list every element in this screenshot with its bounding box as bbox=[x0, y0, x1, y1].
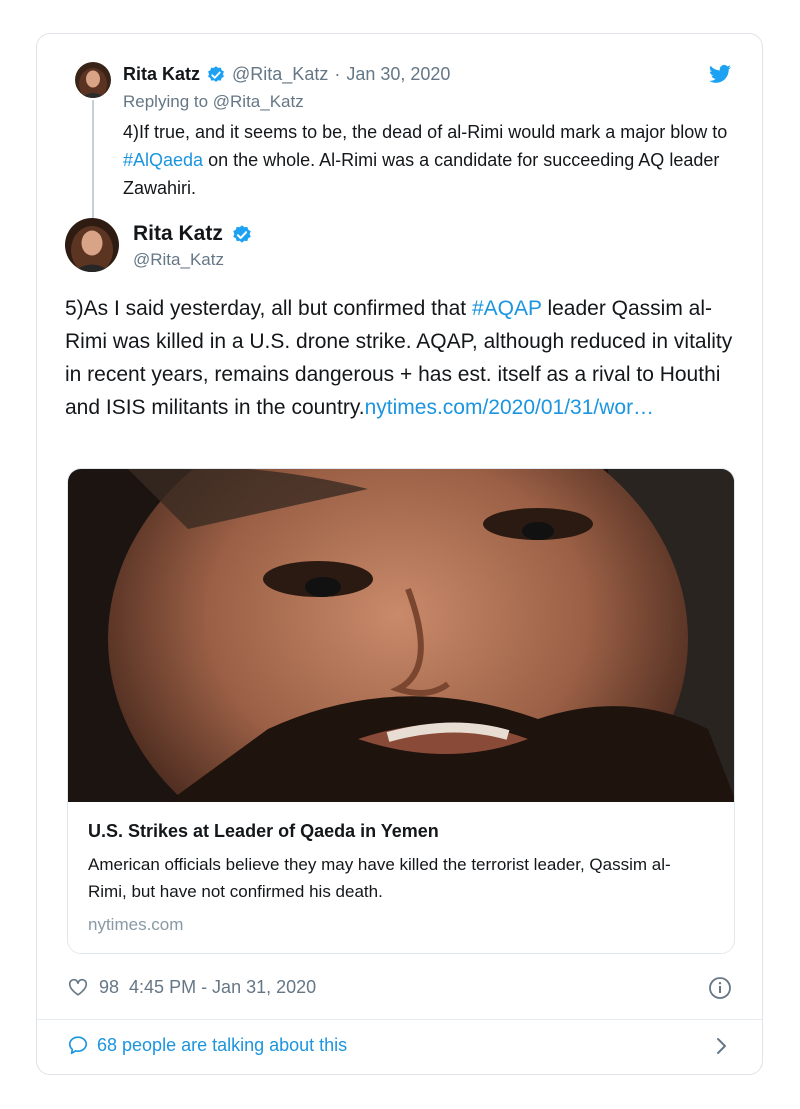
parent-author-name[interactable]: Rita Katz bbox=[123, 64, 200, 85]
verified-badge-icon bbox=[231, 224, 251, 244]
article-link[interactable]: nytimes.com/2020/01/31/wor… bbox=[365, 396, 654, 419]
tweet-meta: 98 4:45 PM - Jan 31, 2020 bbox=[67, 976, 316, 998]
author-name-row: Rita Katz bbox=[133, 222, 251, 246]
conversation-link[interactable]: 68 people are talking about this bbox=[67, 1034, 347, 1056]
divider bbox=[37, 1019, 762, 1020]
twitter-bird-icon[interactable] bbox=[708, 62, 732, 86]
parent-avatar[interactable] bbox=[75, 62, 111, 98]
parent-text-part-2: on the whole. Al-Rimi was a candidate fo… bbox=[123, 150, 720, 198]
article-description: American officials believe they may have… bbox=[88, 855, 671, 901]
parent-tweet-text: 4)If true, and it seems to be, the dead … bbox=[123, 118, 733, 202]
hashtag-alqaeda[interactable]: #AlQaeda bbox=[123, 150, 203, 170]
heart-icon[interactable] bbox=[67, 976, 89, 998]
like-count[interactable]: 98 bbox=[99, 977, 119, 998]
author-avatar[interactable] bbox=[65, 218, 119, 272]
embedded-tweet-card: Rita Katz @Rita_Katz · Jan 30, 2020 Repl… bbox=[36, 33, 763, 1075]
tweet-timestamp[interactable]: 4:45 PM - Jan 31, 2020 bbox=[129, 977, 316, 998]
author-name[interactable]: Rita Katz bbox=[133, 222, 223, 246]
article-image[interactable] bbox=[68, 469, 734, 879]
speech-bubble-icon bbox=[67, 1034, 89, 1056]
article-title: U.S. Strikes at Leader of Qaeda in Yemen bbox=[88, 821, 439, 841]
parent-header: Rita Katz @Rita_Katz · Jan 30, 2020 bbox=[123, 64, 450, 85]
parent-tweet[interactable]: Rita Katz @Rita_Katz · Jan 30, 2020 Repl… bbox=[37, 34, 762, 234]
parent-author-handle[interactable]: @Rita_Katz bbox=[232, 64, 328, 85]
hashtag-aqap[interactable]: #AQAP bbox=[472, 297, 542, 320]
separator-dot: · bbox=[334, 64, 341, 84]
parent-text-part-1: 4)If true, and it seems to be, the dead … bbox=[123, 122, 728, 142]
chevron-right-icon[interactable] bbox=[714, 1036, 730, 1056]
verified-badge-icon bbox=[206, 65, 226, 85]
article-domain: nytimes.com bbox=[88, 915, 184, 934]
tweet-text-part-1: 5)As I said yesterday, all but confirmed… bbox=[65, 297, 472, 320]
link-preview-card[interactable]: U.S. Strikes at Leader of Qaeda in Yemen… bbox=[67, 468, 735, 954]
tweet-text: 5)As I said yesterday, all but confirmed… bbox=[65, 292, 745, 424]
info-icon[interactable] bbox=[708, 976, 732, 1000]
thread-line bbox=[92, 100, 94, 220]
replying-to: Replying to @Rita_Katz bbox=[123, 92, 304, 111]
parent-date[interactable]: Jan 30, 2020 bbox=[346, 64, 450, 85]
talking-count[interactable]: 68 people are talking about this bbox=[97, 1035, 347, 1056]
author-handle[interactable]: @Rita_Katz bbox=[133, 250, 224, 270]
